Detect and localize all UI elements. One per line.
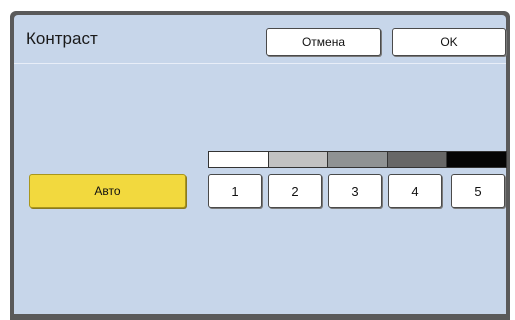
contrast-scale	[208, 151, 507, 168]
contrast-level-4-button[interactable]: 4	[388, 174, 442, 208]
dialog-title: Контраст	[26, 29, 98, 48]
auto-button[interactable]: Авто	[29, 174, 186, 208]
contrast-swatch-5	[447, 152, 506, 167]
contrast-level-3-button[interactable]: 3	[328, 174, 382, 208]
contrast-swatch-3	[328, 152, 388, 167]
ok-button[interactable]: OK	[392, 28, 506, 56]
contrast-dialog: Контраст Отмена OK Авто 1 2 3 4 5	[14, 15, 507, 314]
cancel-button[interactable]: Отмена	[266, 28, 381, 56]
contrast-level-2-button[interactable]: 2	[268, 174, 322, 208]
dialog-header: Контраст Отмена OK	[14, 15, 506, 64]
contrast-swatch-4	[387, 152, 448, 167]
contrast-level-5-button[interactable]: 5	[451, 174, 505, 208]
contrast-level-1-button[interactable]: 1	[208, 174, 262, 208]
contrast-swatch-1	[209, 152, 269, 167]
contrast-swatch-2	[268, 152, 329, 167]
